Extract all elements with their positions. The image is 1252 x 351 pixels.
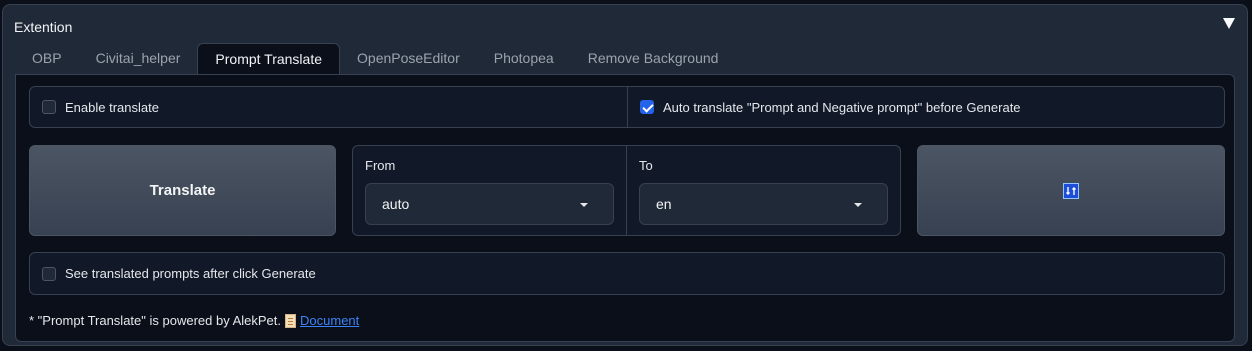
options-divider [627, 87, 628, 127]
tab-bar: OBP Civitai_helper Prompt Translate Open… [15, 43, 735, 75]
to-language-select[interactable]: en [639, 183, 888, 225]
translate-button[interactable]: Translate [29, 145, 336, 236]
footer-text: * "Prompt Translate" is powered by AlekP… [29, 313, 282, 328]
tab-remove-background[interactable]: Remove Background [571, 43, 736, 75]
auto-translate-label: Auto translate "Prompt and Negative prom… [663, 99, 1021, 115]
to-language-group: To en [627, 146, 900, 235]
auto-translate-option[interactable]: Auto translate "Prompt and Negative prom… [640, 87, 1021, 127]
tab-openposeeditor[interactable]: OpenPoseEditor [340, 43, 477, 75]
to-language-value: en [656, 196, 672, 212]
tab-photopea[interactable]: Photopea [477, 43, 571, 75]
chevron-down-icon [580, 203, 588, 207]
tab-civitai-helper[interactable]: Civitai_helper [79, 43, 198, 75]
see-translated-checkbox[interactable] [42, 266, 56, 281]
panel-title[interactable]: Extention [14, 19, 72, 35]
prompt-translate-tab-content: Enable translate Auto translate "Prompt … [15, 74, 1235, 342]
swap-languages-button[interactable] [917, 145, 1225, 236]
auto-translate-checkbox[interactable] [640, 100, 654, 114]
translate-options-row: Enable translate Auto translate "Prompt … [29, 86, 1225, 128]
enable-translate-option[interactable]: Enable translate [42, 87, 159, 127]
tab-obp[interactable]: OBP [15, 43, 79, 75]
from-label: From [365, 158, 396, 173]
translate-button-label: Translate [149, 182, 216, 199]
enable-translate-checkbox[interactable] [42, 100, 56, 114]
tab-prompt-translate[interactable]: Prompt Translate [197, 43, 341, 75]
from-language-value: auto [382, 196, 410, 212]
footer-note: * "Prompt Translate" is powered by AlekP… [29, 313, 359, 328]
document-link[interactable]: Document [300, 313, 359, 328]
chevron-down-icon [854, 203, 862, 207]
swap-arrows-icon [1063, 182, 1079, 199]
see-translated-option[interactable]: See translated prompts after click Gener… [29, 252, 1225, 295]
extension-panel: Extention OBP Civitai_helper Prompt Tran… [2, 4, 1248, 346]
from-language-group: From auto [353, 146, 626, 235]
enable-translate-label: Enable translate [65, 99, 159, 115]
scroll-icon [285, 313, 297, 328]
language-selectors: From auto To en [352, 145, 901, 236]
see-translated-label: See translated prompts after click Gener… [65, 266, 316, 281]
to-label: To [639, 158, 653, 173]
from-language-select[interactable]: auto [365, 183, 614, 225]
triangle-down-icon[interactable] [1223, 18, 1235, 29]
